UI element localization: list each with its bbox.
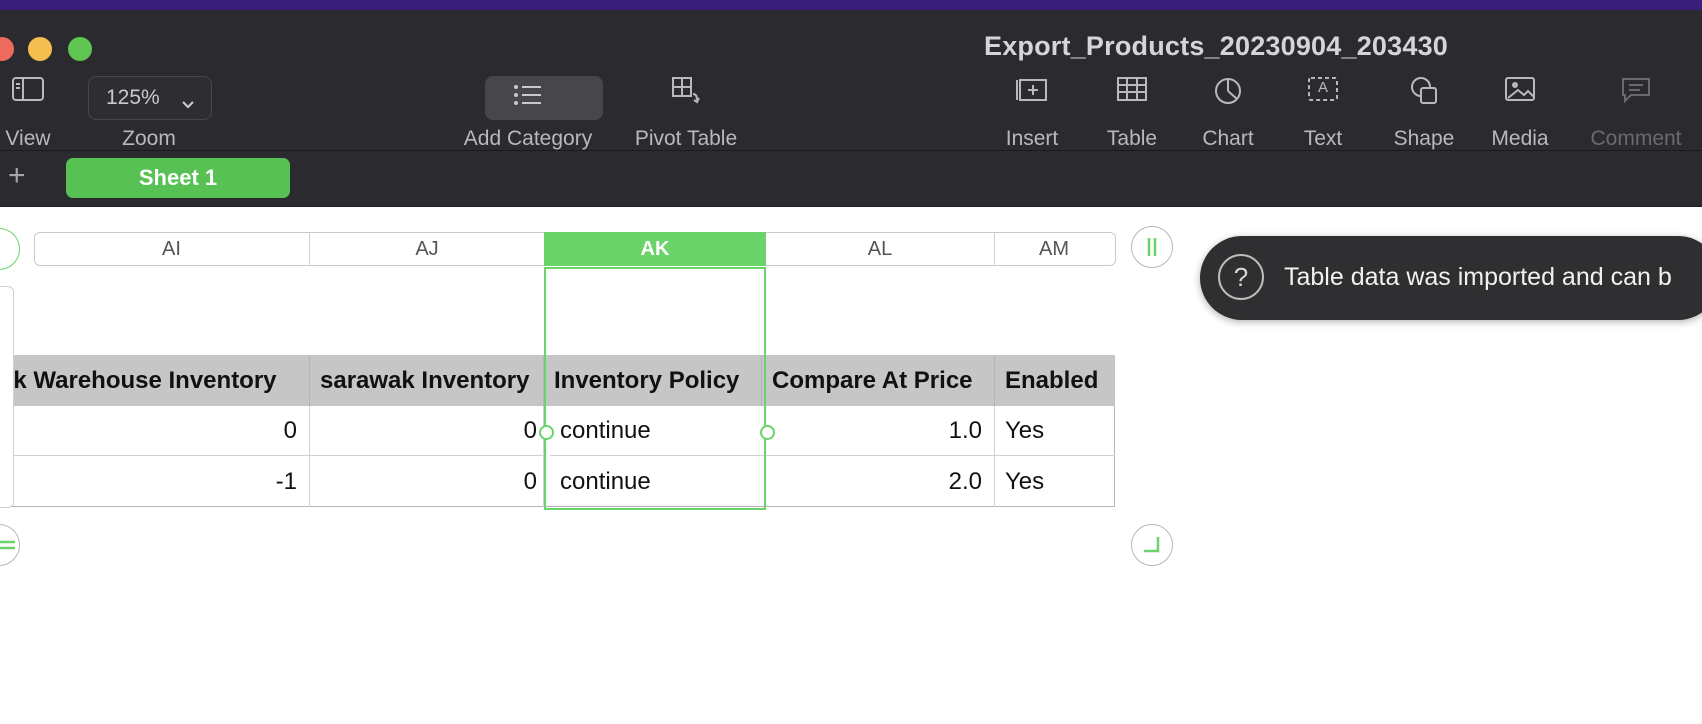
add-row-handle[interactable] — [0, 524, 20, 566]
row-header-bar — [0, 286, 14, 508]
column-handle-icon — [1147, 238, 1157, 256]
column-selection-outline — [544, 267, 766, 510]
header-cell[interactable]: Compare At Price — [762, 355, 995, 406]
zoom-value: 125% — [106, 86, 160, 109]
table-cell[interactable]: Yes — [995, 456, 1115, 507]
add-sheet-button[interactable]: + — [8, 159, 26, 193]
table-cell[interactable]: 0 — [310, 456, 544, 507]
table-label: Table — [1106, 127, 1158, 150]
list-icon — [513, 84, 543, 111]
table-cell[interactable]: -1 — [0, 456, 310, 507]
notification-message: Table data was imported and can b — [1284, 263, 1672, 291]
text-label: Text — [1303, 127, 1343, 150]
import-notification[interactable]: ? Table data was imported and can b — [1200, 236, 1702, 320]
header-cell[interactable]: sarawak Inventory — [310, 355, 544, 406]
column-header-ai[interactable]: AI — [34, 232, 309, 266]
shape-label: Shape — [1393, 127, 1455, 150]
close-window-button[interactable] — [0, 37, 14, 61]
comment-icon — [1620, 76, 1652, 109]
insert-label: Insert — [1005, 127, 1059, 150]
table-handle-top-left[interactable] — [0, 228, 20, 270]
chart-label: Chart — [1202, 127, 1254, 150]
minimize-window-button[interactable] — [28, 37, 52, 61]
toolbar: Export_Products_20230904_203430 View 125… — [0, 10, 1702, 151]
text-box-icon: A — [1307, 76, 1339, 102]
shape-icon — [1409, 76, 1439, 111]
add-category-label: Add Category — [463, 127, 593, 150]
comment-label: Comment — [1590, 127, 1682, 150]
column-header-aj[interactable]: AJ — [310, 232, 544, 266]
zoom-label: Zoom — [122, 127, 176, 150]
image-icon — [1504, 76, 1536, 107]
table-cell[interactable]: 2.0 — [762, 456, 995, 507]
window-title: Export_Products_20230904_203430 — [984, 31, 1449, 61]
table-cell[interactable]: 0 — [310, 406, 544, 456]
top-strip — [0, 0, 1702, 10]
column-header-am[interactable]: AM — [995, 232, 1113, 266]
sheet-tab-bar: + Sheet 1 — [0, 151, 1702, 207]
table-cell[interactable]: 1.0 — [762, 406, 995, 456]
zoom-window-button[interactable] — [68, 37, 92, 61]
resize-table-handle[interactable] — [1131, 524, 1173, 566]
tab-sheet-1[interactable]: Sheet 1 — [66, 158, 290, 198]
header-cell[interactable]: ak Warehouse Inventory — [0, 355, 310, 406]
row-handle-icon — [0, 540, 15, 550]
chevron-down-icon — [181, 92, 195, 116]
sidebar-icon — [12, 76, 44, 107]
pivot-table-icon — [671, 76, 701, 109]
view-label: View — [5, 127, 51, 150]
corner-resize-icon — [1144, 537, 1160, 553]
table-cell[interactable]: 0 — [0, 406, 310, 456]
header-cell[interactable]: Enabled — [995, 355, 1115, 406]
chart-icon — [1213, 76, 1243, 111]
question-icon: ? — [1218, 254, 1264, 300]
insert-icon — [1016, 76, 1048, 109]
add-column-handle[interactable] — [1131, 226, 1173, 268]
add-category-highlight — [485, 76, 603, 120]
zoom-dropdown[interactable]: 125% — [88, 76, 212, 120]
table-icon — [1116, 76, 1148, 107]
media-label: Media — [1491, 127, 1549, 150]
table-cell[interactable]: Yes — [995, 406, 1115, 456]
column-header-ak[interactable]: AK — [544, 232, 766, 266]
column-header-al[interactable]: AL — [766, 232, 994, 266]
selection-handle-right[interactable] — [760, 425, 775, 440]
pivot-table-label: Pivot Table — [634, 127, 738, 150]
selection-handle-left[interactable] — [539, 425, 554, 440]
text-box-glyph: A — [1317, 79, 1328, 96]
